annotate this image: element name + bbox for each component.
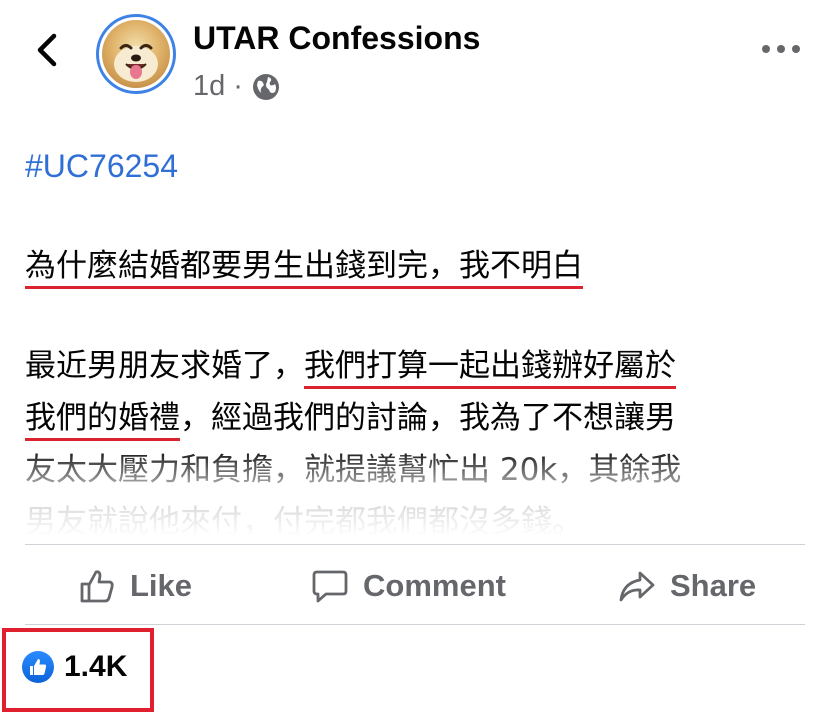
like-label: Like [130,568,193,603]
divider-top [25,544,805,545]
paragraph-segment-3: 我們的婚禮 [25,400,180,436]
post-title-text: 為什麼結婚都要男生出錢到完，我不明白 [25,248,583,284]
post-header: UTAR Confessions 1d · [0,0,828,120]
share-arrow-icon [619,571,655,602]
hashtag-link[interactable]: #UC76254 [25,140,805,192]
like-button[interactable]: Like [78,548,192,624]
comment-label: Comment [363,568,506,603]
post-meta: 1d · [193,70,281,103]
comment-bubble-icon [312,570,348,603]
paragraph-segment-2: 我們打算一起出錢辦好屬於 [304,348,676,384]
back-chevron-icon [37,33,57,67]
like-reaction-icon [22,651,54,683]
paragraph-line-1: 最近男朋友求婚了，我們打算一起出錢辦好屬於 [25,340,805,392]
comment-button[interactable]: Comment [311,548,506,624]
post-paragraph: 最近男朋友求婚了，我們打算一起出錢辦好屬於 我們的婚禮，經過我們的討論，我為了不… [25,340,805,548]
reaction-count: 1.4K [64,650,128,683]
paragraph-line-3: 友太大壓力和負擔，就提議幫忙出 20k，其餘我 [25,452,682,488]
globe-icon [252,73,279,100]
paragraph-segment-4: ，經過我們的討論，我為了不想讓男 [180,400,676,436]
like-reaction-thumb-icon [30,659,47,675]
thumbs-up-icon [80,570,114,603]
paragraph-line-4: 男友就說他來付，付完都我們都沒多錢。 [25,504,583,540]
page-avatar-button[interactable] [96,14,176,94]
post-time[interactable]: 1d [193,70,225,103]
page-name-link[interactable]: UTAR Confessions [193,20,480,57]
post-title: 為什麼結婚都要男生出錢到完，我不明白 [25,240,805,292]
avatar [102,20,170,88]
share-label: Share [670,568,757,603]
action-bar: Like Comment Share [0,548,828,624]
more-options-button[interactable] [758,36,804,62]
divider-bottom [25,624,805,625]
post-body: #UC76254 為什麼結婚都要男生出錢到完，我不明白 最近男朋友求婚了，我們打… [25,140,805,548]
paragraph-segment-1: 最近男朋友求婚了， [25,348,304,384]
back-button[interactable] [26,28,70,72]
meta-separator: · [233,70,243,102]
paragraph-line-2: 我們的婚禮，經過我們的討論，我為了不想讓男 [25,392,805,444]
shiba-dog-avatar [114,44,158,82]
more-dots-icon [762,45,800,53]
reactions-summary[interactable]: 1.4K [22,650,127,684]
share-button[interactable]: Share [618,548,756,624]
